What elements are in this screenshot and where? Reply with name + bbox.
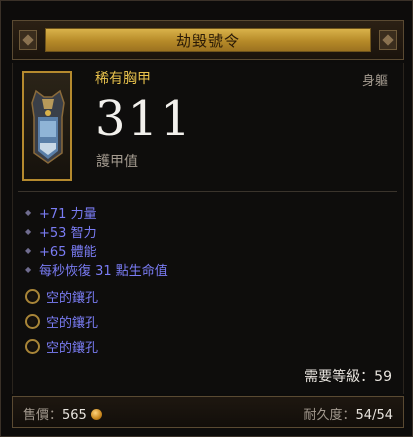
socket-slot: 空的鑲孔	[25, 334, 98, 359]
socket-label: 空的鑲孔	[46, 316, 99, 331]
item-rarity-type: 稀有胸甲	[95, 71, 151, 87]
socket-label: 空的鑲孔	[46, 341, 99, 356]
required-level-label: 需要等級：	[304, 369, 375, 385]
durability-label: 耐久度：	[303, 408, 356, 423]
stat-line: ◆ 每秒恢復 31 點生命值	[25, 260, 168, 279]
diamond-bullet-icon: ◆	[25, 246, 32, 255]
armor-value: 311	[95, 91, 193, 147]
stat-list: ◆ +71 力量 ◆ +53 智力 ◆ +65 體能 ◆ 每秒恢復 31 點生命…	[25, 203, 168, 279]
item-title-header: 劫毀號令	[12, 20, 404, 60]
chest-armor-icon	[31, 89, 65, 164]
durability-value: 54/54	[355, 408, 393, 423]
sell-price: 售價：565	[23, 404, 102, 423]
stat-text: +71 力量	[39, 207, 97, 222]
stat-text: 每秒恢復 31 點生命值	[39, 264, 168, 279]
socket-slot: 空的鑲孔	[25, 284, 98, 309]
item-name: 劫毀號令	[175, 31, 240, 50]
socket-ring-icon	[25, 289, 40, 304]
durability: 耐久度：54/54	[304, 404, 393, 423]
item-slot: 身軀	[361, 74, 388, 89]
sell-price-value: 565	[62, 408, 87, 423]
item-tooltip: 劫毀號令 稀有胸甲 身軀 311 護甲值 ◆ +71 力量 ◆ +53 智力 ◆…	[0, 0, 413, 437]
diamond-bullet-icon: ◆	[25, 265, 32, 274]
socket-ring-icon	[25, 314, 40, 329]
gold-coin-icon	[90, 409, 102, 420]
sell-price-label: 售價：	[23, 408, 63, 423]
item-image-frame	[22, 71, 72, 181]
socket-list: 空的鑲孔 空的鑲孔 空的鑲孔	[25, 284, 98, 359]
required-level: 需要等級：59	[304, 366, 392, 386]
armor-label: 護甲值	[96, 154, 138, 170]
stat-line: ◆ +65 體能	[25, 241, 168, 260]
diamond-bullet-icon: ◆	[25, 227, 32, 236]
socket-label: 空的鑲孔	[46, 291, 99, 306]
item-title-bar: 劫毀號令	[45, 28, 371, 52]
header-left-ornament	[19, 30, 37, 50]
required-level-value: 59	[374, 369, 392, 385]
socket-ring-icon	[25, 339, 40, 354]
stat-line: ◆ +71 力量	[25, 203, 168, 222]
item-footer: 售價：565 耐久度：54/54	[12, 396, 404, 428]
header-right-ornament	[379, 30, 397, 50]
divider	[18, 191, 397, 192]
socket-slot: 空的鑲孔	[25, 309, 98, 334]
stat-text: +53 智力	[39, 226, 97, 241]
diamond-bullet-icon: ◆	[25, 208, 32, 217]
stat-line: ◆ +53 智力	[25, 222, 168, 241]
stat-text: +65 體能	[39, 245, 97, 260]
